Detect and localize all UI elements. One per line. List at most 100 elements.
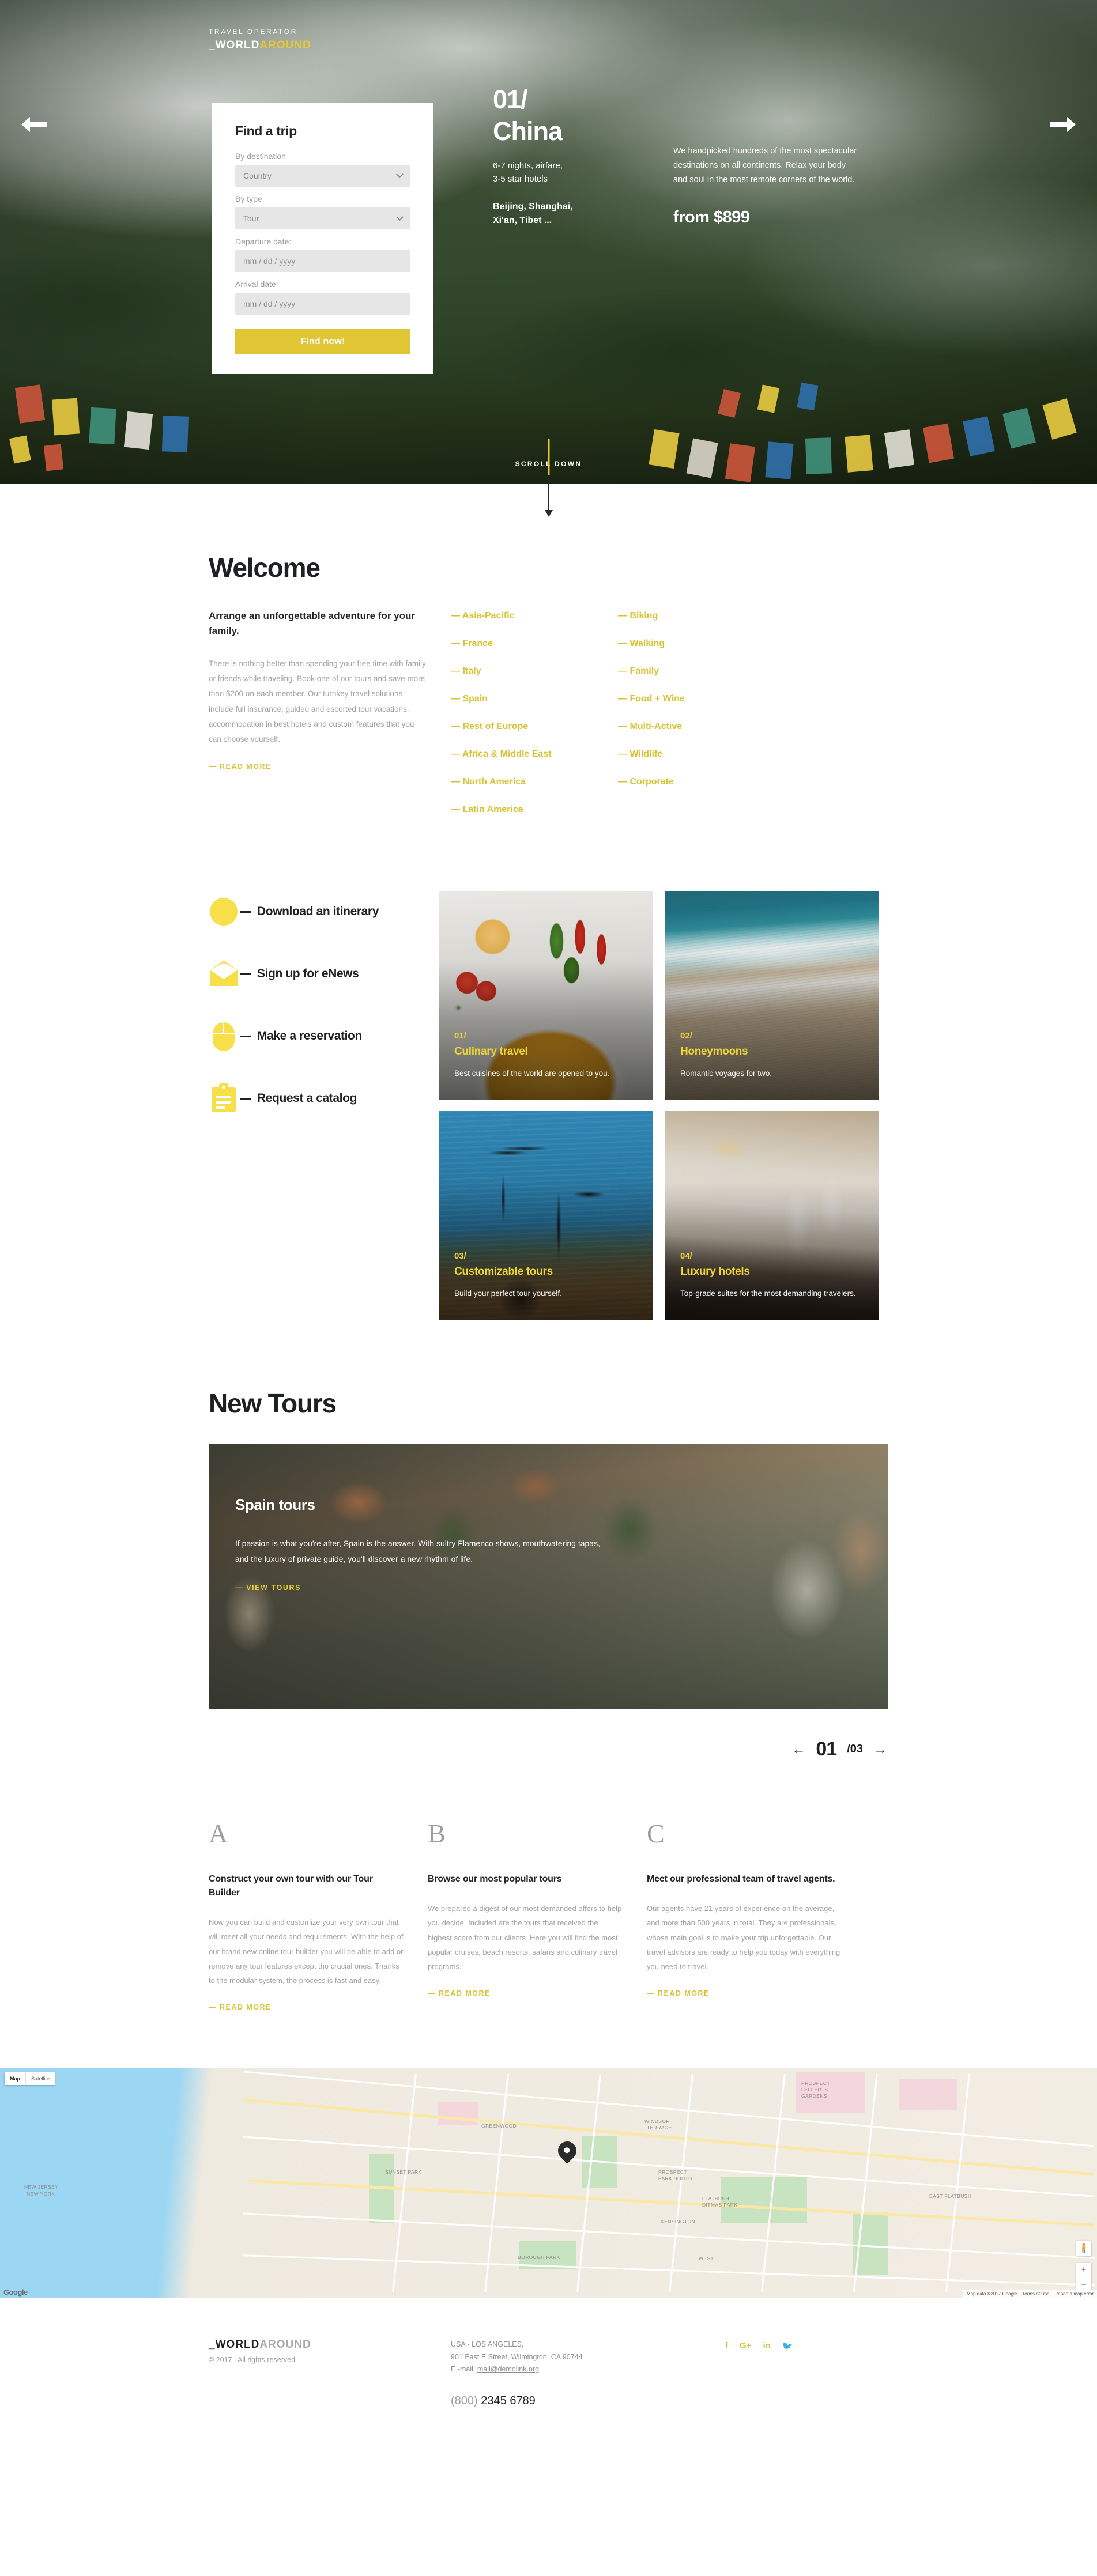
tour-type-link[interactable]: — Corporate (618, 777, 785, 787)
tour-type-link[interactable]: — Food + Wine (618, 694, 785, 704)
hero-prev-button[interactable] (21, 114, 47, 135)
slide-number: 01/ (493, 85, 528, 114)
destination-links-column: — Asia-Pacific — France — Italy — Spain — Re… (451, 609, 618, 832)
welcome-read-more-link[interactable]: — READ MORE (209, 762, 272, 770)
type-select[interactable]: Tour (235, 207, 410, 229)
abc-read-more-link[interactable]: — READ MORE (647, 1989, 710, 1997)
card-title: Luxury hotels (680, 1265, 750, 1278)
tour-prev-button[interactable]: ← (791, 1742, 805, 1757)
destination-link[interactable]: — Latin America (451, 804, 618, 815)
find-now-button[interactable]: Find now! (235, 329, 410, 354)
welcome-section: Welcome Arrange an unforgettable adventu… (0, 484, 1097, 832)
location-map[interactable]: NEW JERSEY NEW YORK GREENWOOD WINDSOR TE… (0, 2067, 1097, 2298)
map-label: LEFFERTS (801, 2086, 828, 2092)
scroll-line (548, 439, 549, 475)
tour-type-link[interactable]: — Biking (618, 611, 785, 621)
tour-next-button[interactable]: → (873, 1742, 887, 1757)
abc-read-more-link[interactable]: — READ MORE (428, 1989, 491, 1997)
map-label: NEW JERSEY (24, 2184, 59, 2190)
hero-section: TRAVEL OPERATOR _WORLDAROUND Find a trip… (0, 0, 1097, 484)
destination-link[interactable]: — Italy (451, 666, 618, 677)
feature-card[interactable]: 02/ Honeymoons Romantic voyages for two. (665, 891, 879, 1100)
destination-label: By destination (235, 152, 286, 161)
service-item[interactable]: Request a catalog (209, 1083, 439, 1113)
map-attr-terms[interactable]: Terms of Use (1022, 2291, 1049, 2297)
footer-copyright: © 2017 | All rights reserved (209, 2355, 296, 2364)
service-label: Make a reservation (257, 1029, 362, 1043)
tour-type-link[interactable]: — Family (618, 666, 785, 677)
tour-total-count: /03 (847, 1743, 863, 1755)
map-label: SUNSET PARK (385, 2169, 422, 2175)
footer-email-link[interactable]: mail@demolink.org (477, 2365, 539, 2373)
abc-letter: B (428, 1819, 446, 1848)
view-tours-link[interactable]: — VIEW TOURS (235, 1584, 301, 1592)
destination-link[interactable]: — Asia-Pacific (451, 611, 618, 621)
service-item[interactable]: Make a reservation (209, 1021, 439, 1051)
map-label: BOROUGH PARK (518, 2254, 560, 2260)
footer-address-line-2: 901 East E Street, Wilmington, CA 90744 (451, 2352, 583, 2361)
find-trip-title: Find a trip (235, 123, 297, 138)
slide-description: We handpicked hundreds of the most spect… (673, 146, 857, 184)
map-toggle-map[interactable]: Map (5, 2072, 26, 2085)
type-value: Tour (243, 214, 259, 223)
services-and-cards-section: Download an itinerary Sign up for eNews Ma… (0, 891, 1097, 1320)
feature-card[interactable]: 01/ Culinary travel Best cuisines of the… (439, 891, 653, 1100)
scroll-down-arrow (544, 478, 553, 517)
pegman-icon (1082, 2243, 1085, 2253)
arrival-date-input[interactable]: mm / dd / yyyy (235, 293, 410, 315)
feature-card[interactable]: 04/ Luxury hotels Top-grade suites for t… (665, 1111, 879, 1320)
feature-card[interactable]: 03/ Customizable tours Build your perfec… (439, 1111, 653, 1320)
footer-address-line-1: USA - LOS ANGELES, (451, 2340, 524, 2348)
slide-price: from $899 (673, 207, 750, 226)
map-label: TERRACE (647, 2124, 672, 2131)
destination-link[interactable]: — North America (451, 777, 618, 787)
hero-logo-brand: _WORLDAROUND (209, 39, 311, 52)
footer-address-block: USA - LOS ANGELES, 901 East E Street, Wi… (451, 2339, 693, 2412)
service-item[interactable]: Sign up for eNews (209, 959, 439, 989)
abc-body: Our agents have 21 years of experience o… (647, 1904, 840, 1971)
hero-next-button[interactable] (1050, 114, 1076, 135)
service-item[interactable]: Download an itinerary (209, 897, 439, 927)
chevron-down-icon (396, 170, 404, 178)
tour-type-link[interactable]: — Multi-Active (618, 722, 785, 732)
abc-read-more-link[interactable]: — READ MORE (209, 2003, 272, 2011)
map-label: PROSPECT (801, 2080, 830, 2086)
abc-title: Construct your own tour with our Tour Bu… (209, 1874, 373, 1898)
slide-meta: 6-7 nights, airfare, 3-5 star hotels (493, 161, 563, 184)
map-toggle-satellite[interactable]: Satellite (26, 2072, 55, 2085)
map-location-pin[interactable] (554, 2137, 580, 2164)
map-label: WINDSOR (644, 2118, 670, 2124)
card-number: 04/ (680, 1251, 692, 1261)
page-root: TRAVEL OPERATOR _WORLDAROUND Find a trip… (0, 0, 1097, 2449)
tour-current-index: 01 (816, 1738, 837, 1760)
departure-date-input[interactable]: mm / dd / yyyy (235, 250, 410, 272)
footer-phone[interactable]: (800) 2345 6789 (451, 2391, 693, 2411)
destination-link[interactable]: — Spain (451, 694, 618, 704)
map-attr-report[interactable]: Report a map error (1054, 2291, 1094, 2297)
linkedin-icon[interactable]: in (763, 2341, 770, 2351)
abc-body: Now you can build and customize your ver… (209, 1918, 404, 1985)
tour-type-link[interactable]: — Walking (618, 639, 785, 649)
map-type-toggle[interactable]: Map Satellite (5, 2072, 55, 2085)
tour-slide: Spain tours If passion is what you're af… (209, 1444, 888, 1709)
tour-type-link[interactable]: — Wildlife (618, 749, 785, 760)
destination-link[interactable]: — France (451, 639, 618, 649)
street-view-pegman-button[interactable] (1076, 2240, 1091, 2256)
map-zoom-in-button[interactable]: + (1076, 2263, 1091, 2277)
destination-link[interactable]: — Rest of Europe (451, 722, 618, 732)
footer-logo[interactable]: _WORLDAROUND (209, 2339, 451, 2351)
google-plus-icon[interactable]: G+ (740, 2341, 751, 2351)
hero-logo[interactable]: TRAVEL OPERATOR _WORLDAROUND (209, 28, 311, 52)
twitter-icon[interactable]: 🐦 (782, 2341, 793, 2351)
map-attr-data: Map data ©2017 Google (966, 2291, 1017, 2297)
hero-slide-description-block: We handpicked hundreds of the most spect… (673, 144, 858, 227)
destination-select[interactable]: Country (235, 165, 410, 187)
map-label: GREENWOOD (481, 2122, 517, 2129)
find-a-trip-form: Find a trip By destination Country By ty… (212, 103, 433, 374)
map-label: WEST (699, 2255, 714, 2261)
footer-email-label: E -mail: (451, 2365, 476, 2374)
arrow-left-icon (21, 117, 47, 132)
facebook-icon[interactable]: f (725, 2341, 728, 2351)
map-zoom-controls[interactable]: + − (1076, 2262, 1091, 2292)
destination-link[interactable]: — Africa & Middle East (451, 749, 618, 760)
